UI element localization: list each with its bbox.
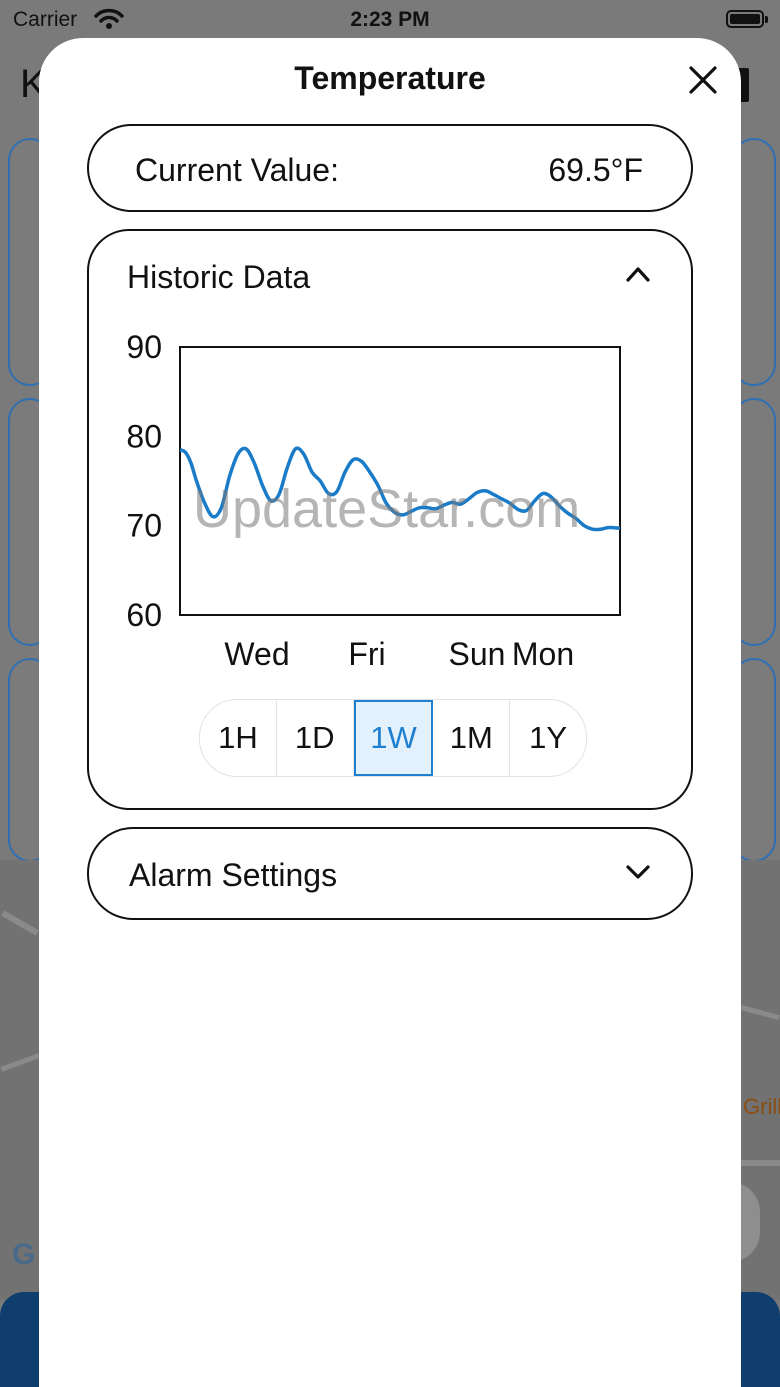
- y-tick-label: 90: [126, 329, 162, 365]
- chevron-down-icon[interactable]: [625, 863, 651, 881]
- temperature-chart: 60 70 80 90 Wed Fri Sun Mon: [126, 329, 621, 672]
- range-button-1w[interactable]: 1W: [353, 700, 434, 776]
- x-tick-label: Fri: [348, 636, 385, 672]
- x-tick-label: Mon: [512, 636, 574, 672]
- status-time: 2:23 PM: [350, 8, 430, 31]
- historic-data-panel: Historic Data 60 70 80 90 Wed Fri Sun Mon 1H 1D 1…: [87, 229, 693, 810]
- y-tick-label: 60: [126, 597, 162, 633]
- current-value-card: Current Value: 69.5°F: [87, 124, 693, 212]
- y-tick-label: 70: [126, 508, 162, 544]
- close-icon[interactable]: [687, 64, 719, 96]
- temperature-series-line: [179, 446, 621, 532]
- alarm-settings-label: Alarm Settings: [129, 857, 338, 893]
- current-value-label: Current Value:: [135, 152, 339, 188]
- background-map-label: Grill: [743, 1094, 780, 1119]
- y-tick-label: 80: [126, 418, 162, 454]
- sheet-title: Temperature: [294, 60, 486, 96]
- temperature-sheet: Temperature Current Value: 69.5°F Histor…: [39, 38, 741, 1387]
- x-tick-label: Wed: [224, 636, 289, 672]
- range-selector: 1H 1D 1W 1M 1Y: [199, 699, 587, 777]
- alarm-settings-panel[interactable]: Alarm Settings: [87, 827, 693, 920]
- battery-icon: [726, 10, 768, 28]
- chart-frame: [179, 346, 621, 616]
- range-button-1d[interactable]: 1D: [277, 700, 354, 776]
- range-button-1m[interactable]: 1M: [433, 700, 511, 776]
- status-bar: Carrier 2:23 PM: [0, 0, 780, 40]
- x-tick-label: Sun: [449, 636, 506, 672]
- google-logo-icon: G: [12, 1238, 36, 1271]
- current-value-reading: 69.5°F: [548, 152, 643, 188]
- range-button-1h[interactable]: 1H: [200, 700, 277, 776]
- range-button-1y[interactable]: 1Y: [510, 700, 586, 776]
